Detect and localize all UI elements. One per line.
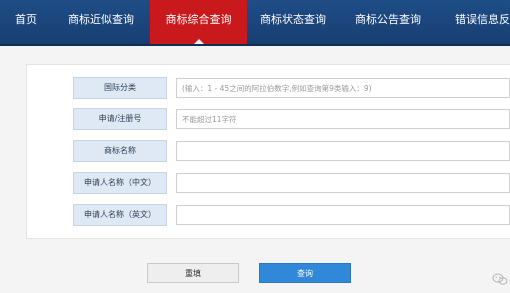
- nav-item-home[interactable]: 首页: [0, 0, 52, 44]
- field-label-trademark-name: 商标名称: [73, 140, 167, 162]
- nav-item-similar-search[interactable]: 商标近似查询: [56, 0, 146, 44]
- nav-item-comprehensive-search[interactable]: 商标综合查询: [150, 0, 247, 44]
- field-label-applicant-en: 申请人名称（英文）: [73, 204, 167, 226]
- wechat-watermark-icon: [492, 273, 508, 285]
- applicant-cn-input[interactable]: [176, 173, 510, 193]
- field-label-applicant-cn: 申请人名称（中文）: [73, 172, 167, 194]
- applicant-en-input[interactable]: [176, 205, 510, 225]
- nav-item-error-feedback[interactable]: 错误信息反馈: [445, 0, 510, 44]
- intl-class-input[interactable]: [176, 78, 510, 98]
- field-label-reg-number: 申请/注册号: [73, 108, 167, 130]
- field-label-intl-class: 国际分类: [73, 77, 167, 99]
- reg-number-input[interactable]: [176, 109, 510, 129]
- trademark-name-input[interactable]: [176, 141, 510, 161]
- top-nav-bar: 首页 商标近似查询 商标综合查询 商标状态查询 商标公告查询 错误信息反馈: [0, 0, 510, 44]
- nav-item-status-search[interactable]: 商标状态查询: [250, 0, 336, 44]
- reset-button[interactable]: 重填: [147, 263, 239, 283]
- search-button[interactable]: 查询: [259, 263, 351, 283]
- nav-item-announcement-search[interactable]: 商标公告查询: [345, 0, 431, 44]
